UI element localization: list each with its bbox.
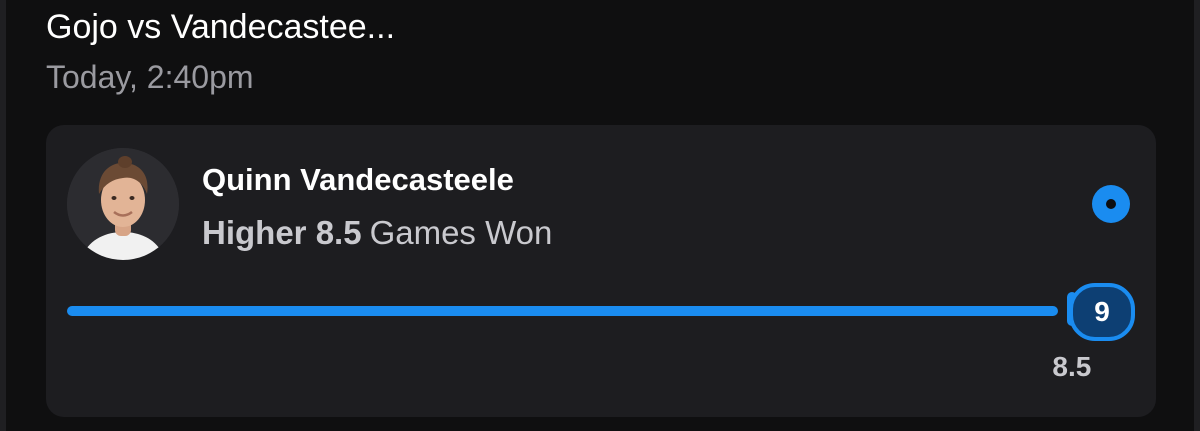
right-edge-divider <box>1194 0 1200 431</box>
pick-line-value: 8.5 <box>315 214 362 251</box>
player-name: Quinn Vandecasteele <box>202 162 514 197</box>
player-avatar <box>67 148 179 260</box>
line-threshold-label: 8.5 <box>1052 351 1092 382</box>
pick-summary: Higher 8.5 Games Won <box>202 213 552 253</box>
left-edge-divider <box>0 0 6 431</box>
radio-dot <box>1106 199 1116 209</box>
match-time: Today, 2:40pm <box>46 59 254 95</box>
progress-fill-before-line <box>67 306 1058 316</box>
match-title: Gojo vs Vandecastee... <box>46 8 396 46</box>
pick-card[interactable]: Quinn Vandecasteele Higher 8.5 Games Won … <box>46 125 1156 417</box>
pick-direction-word: Higher <box>202 214 307 251</box>
current-value-badge: 9 <box>1069 283 1135 341</box>
player-photo-icon <box>67 148 179 260</box>
pick-direction: Higher 8.5 <box>202 214 362 251</box>
pick-stat-name: Games Won <box>369 214 553 251</box>
selected-radio-icon[interactable] <box>1092 185 1130 223</box>
pick-screen: Gojo vs Vandecastee... Today, 2:40pm Qui… <box>0 0 1200 431</box>
progress-track <box>67 306 1131 316</box>
